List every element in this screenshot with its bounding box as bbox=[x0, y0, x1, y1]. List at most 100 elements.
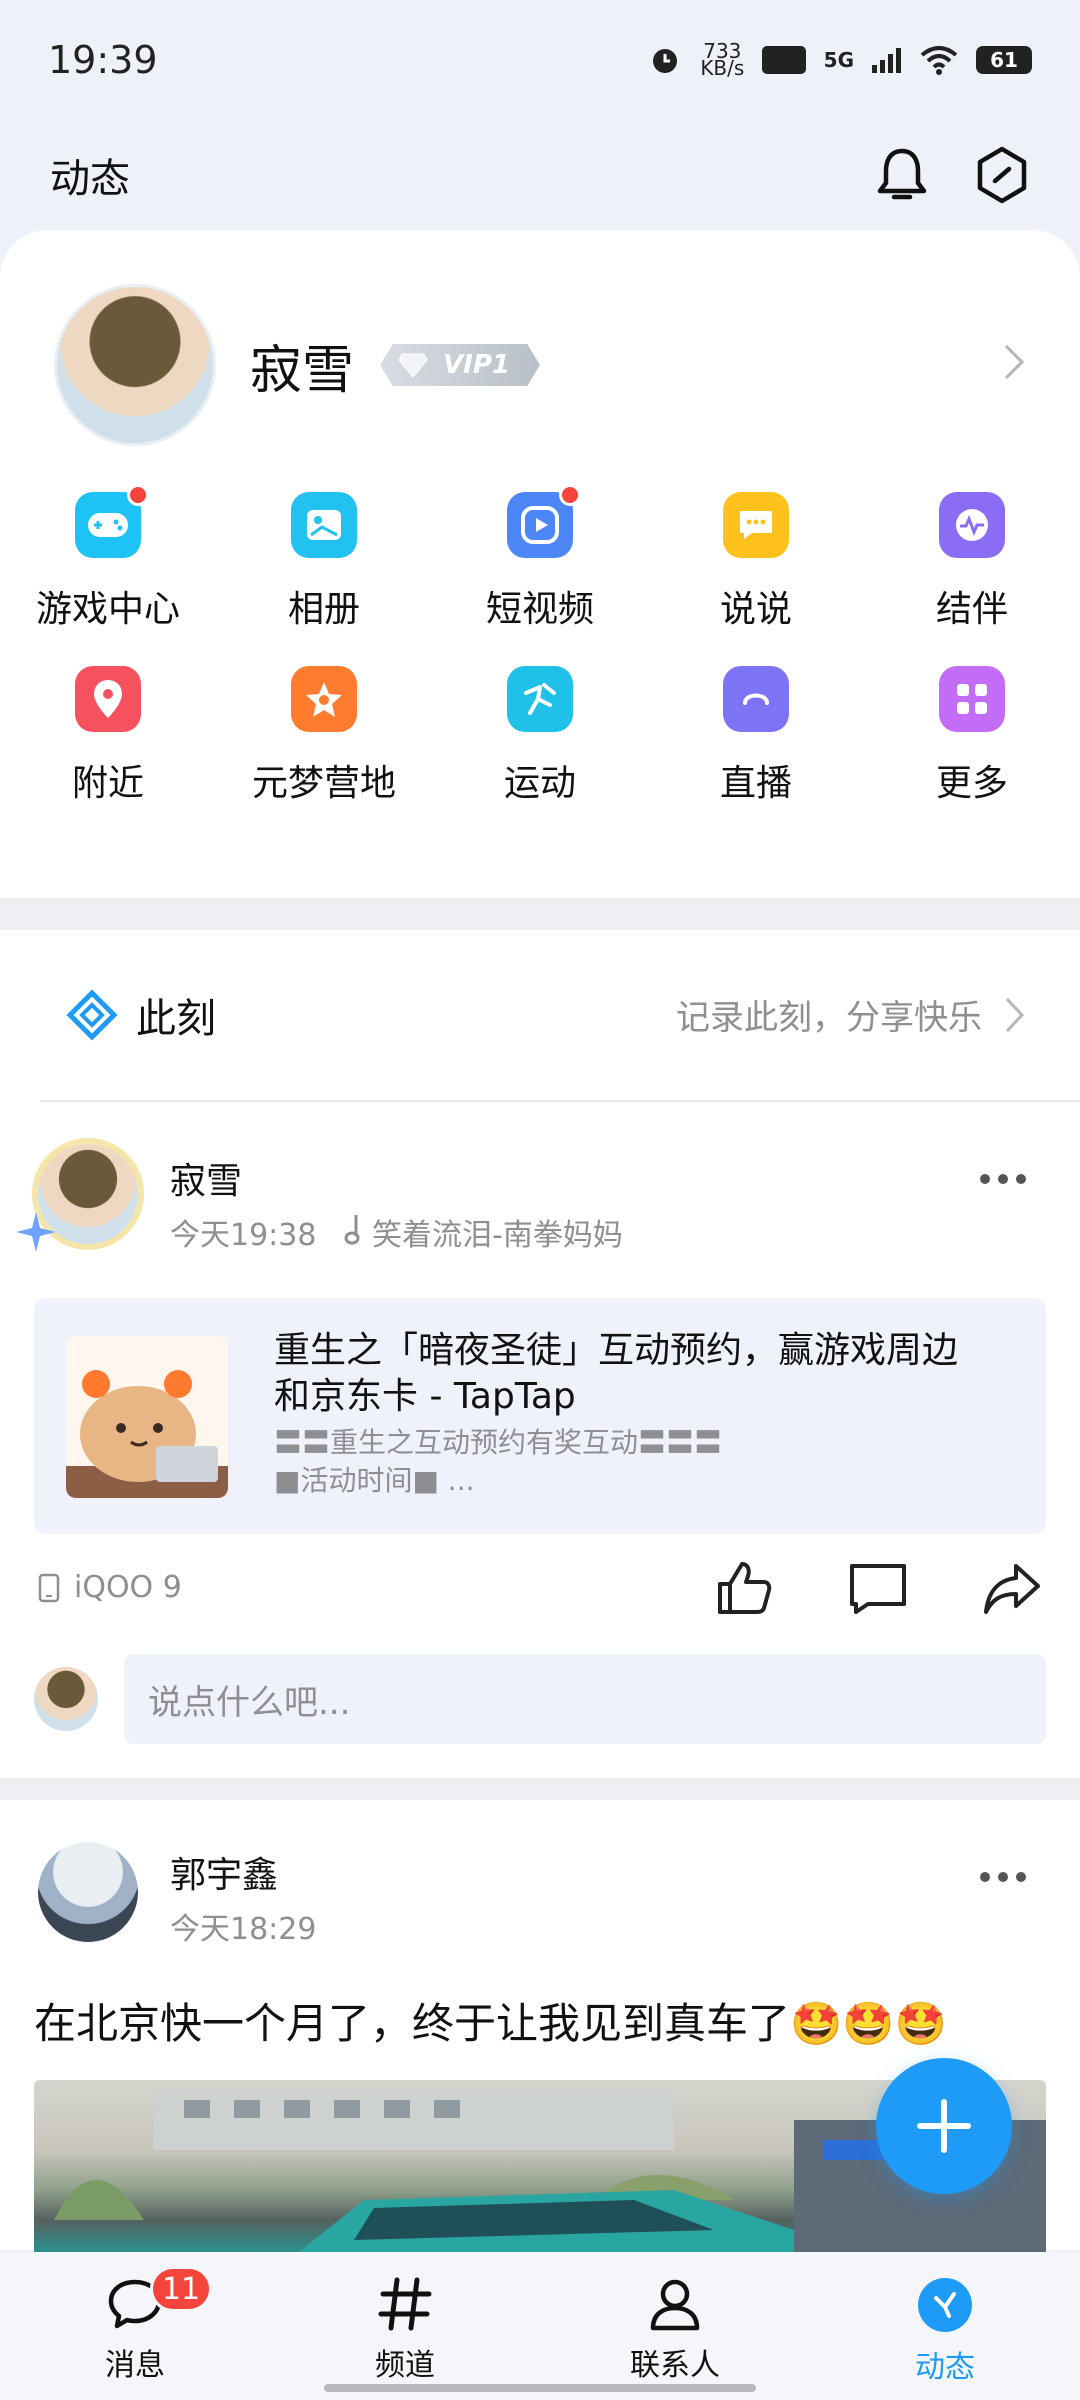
album-icon bbox=[307, 510, 341, 540]
post-more-button[interactable] bbox=[980, 1872, 1026, 1882]
feature-album[interactable]: 相册 bbox=[216, 492, 432, 632]
feature-short-video[interactable]: 短视频 bbox=[432, 484, 648, 632]
share-icon[interactable] bbox=[982, 1558, 1042, 1618]
section-divider bbox=[0, 898, 1080, 930]
profile-row[interactable]: 寂雪 VIP1 bbox=[54, 284, 541, 446]
bottom-nav: 11 消息 频道 联系人 动态 bbox=[0, 2252, 1080, 2400]
chevron-right-icon[interactable] bbox=[1002, 342, 1026, 382]
link-desc-line: 〓〓重生之互动预约有奖互动〓〓〓 bbox=[274, 1426, 723, 1459]
feature-icon-bg bbox=[507, 666, 573, 732]
profile-card: 寂雪 VIP1 游戏中心 相册 短视频 说说 结伴 附近 元梦营地 运动 直播 … bbox=[0, 230, 1080, 898]
feature-grid: 游戏中心 相册 短视频 说说 结伴 附近 元梦营地 运动 直播 更多 bbox=[0, 484, 1080, 806]
moment-title: 此刻 bbox=[136, 996, 216, 1042]
comment-input[interactable]: 说点什么吧... bbox=[124, 1654, 1046, 1744]
status-bar: 19:39 733 KB/s HD 5G 61 bbox=[0, 0, 1080, 120]
add-post-button[interactable] bbox=[876, 2058, 1012, 2194]
feature-label: 说说 bbox=[719, 589, 792, 630]
bell-icon[interactable] bbox=[874, 145, 930, 205]
notification-dot bbox=[559, 484, 581, 506]
chevron-right-icon bbox=[1005, 997, 1025, 1032]
feature-icon-bg bbox=[939, 492, 1005, 558]
feature-nearby[interactable]: 附近 bbox=[0, 666, 216, 806]
nav-label: 频道 bbox=[375, 2348, 435, 2383]
post-author-name[interactable]: 寂雪 bbox=[170, 1152, 242, 1204]
moment-share-link[interactable]: 记录此刻，分享快乐 bbox=[676, 990, 1026, 1039]
home-indicator[interactable] bbox=[324, 2384, 756, 2392]
feature-game-center[interactable]: 游戏中心 bbox=[0, 484, 216, 632]
feature-more[interactable]: 更多 bbox=[864, 666, 1080, 806]
nav-channels[interactable]: 频道 bbox=[270, 2252, 540, 2400]
hashtag-icon bbox=[378, 2277, 432, 2331]
section-divider bbox=[0, 1778, 1080, 1800]
avatar-frame-sparkle-icon bbox=[16, 1212, 56, 1252]
battery-indicator: 61 bbox=[976, 46, 1032, 74]
post-author-avatar[interactable] bbox=[38, 1842, 138, 1942]
feature-companion[interactable]: 结伴 bbox=[864, 492, 1080, 632]
nav-contacts[interactable]: 联系人 bbox=[540, 2252, 810, 2400]
hexagon-settings-icon[interactable] bbox=[974, 145, 1030, 205]
post-time: 今天19:38 bbox=[170, 1218, 317, 1253]
feature-label: 运动 bbox=[503, 763, 576, 804]
comment-icon[interactable] bbox=[848, 1558, 908, 1618]
run-icon bbox=[524, 683, 556, 715]
feature-label: 相册 bbox=[287, 589, 360, 630]
alarm-icon bbox=[653, 49, 678, 73]
link-share-card[interactable]: 重生之「暗夜圣徒」互动预约，赢游戏周边和京东卡 - TapTap 〓〓重生之互动… bbox=[34, 1298, 1046, 1534]
video-icon bbox=[521, 506, 559, 544]
post-more-button[interactable] bbox=[980, 1174, 1026, 1184]
location-icon bbox=[94, 680, 122, 718]
link-description: 〓〓重生之互动预约有奖互动〓〓〓 ■活动时间■ ... bbox=[274, 1424, 874, 1500]
post-music[interactable]: 笑着流泪-南拳妈妈 bbox=[372, 1210, 623, 1254]
diamond-icon bbox=[398, 353, 428, 378]
post-author-name[interactable]: 郭宇鑫 bbox=[170, 1846, 278, 1898]
wifi-icon bbox=[920, 46, 958, 75]
page-header: 动态 bbox=[0, 120, 1080, 230]
feature-icon-bg bbox=[939, 666, 1005, 732]
feature-icon-bg bbox=[75, 484, 149, 558]
comment-row: 说点什么吧... bbox=[34, 1654, 1046, 1744]
link-desc-line: ■活动时间■ ... bbox=[274, 1464, 475, 1497]
pulse-icon bbox=[956, 509, 988, 541]
hd-badge: HD bbox=[762, 46, 806, 74]
live-icon bbox=[743, 693, 769, 705]
nav-feed[interactable]: 动态 bbox=[810, 2252, 1080, 2400]
page-title: 动态 bbox=[50, 156, 130, 202]
feature-sports[interactable]: 运动 bbox=[432, 666, 648, 806]
feature-live[interactable]: 直播 bbox=[648, 666, 864, 806]
nav-label: 动态 bbox=[915, 2350, 975, 2385]
chat-icon bbox=[740, 511, 772, 539]
gamepad-icon bbox=[88, 513, 128, 537]
signal-icon bbox=[872, 48, 901, 73]
feature-label: 更多 bbox=[935, 763, 1008, 804]
avatar[interactable] bbox=[54, 284, 216, 446]
feature-shuoshuo[interactable]: 说说 bbox=[648, 492, 864, 632]
vip-badge[interactable]: VIP1 bbox=[380, 344, 541, 386]
like-icon[interactable] bbox=[714, 1558, 774, 1618]
status-time: 19:39 bbox=[48, 38, 158, 82]
feature-icon-bg bbox=[291, 666, 357, 732]
moment-title-group: 此刻 bbox=[66, 986, 216, 1044]
post-time: 今天18:29 bbox=[170, 1912, 317, 1947]
bear-mascot-icon bbox=[66, 1370, 228, 1498]
star-icon bbox=[306, 682, 342, 717]
feature-label: 游戏中心 bbox=[35, 589, 180, 630]
link-thumbnail bbox=[66, 1336, 228, 1498]
feature-label: 附近 bbox=[71, 763, 144, 804]
my-avatar bbox=[34, 1667, 98, 1731]
net-speed: 733 KB/s bbox=[700, 41, 745, 80]
nav-label: 消息 bbox=[105, 2348, 165, 2383]
network-type: 5G bbox=[823, 48, 854, 72]
feature-icon-bg bbox=[723, 666, 789, 732]
nav-label: 联系人 bbox=[630, 2348, 720, 2383]
moment-bar[interactable]: 此刻 记录此刻，分享快乐 bbox=[0, 930, 1080, 1102]
feature-label: 结伴 bbox=[935, 589, 1008, 630]
net-speed-unit: KB/s bbox=[700, 56, 745, 80]
feature-icon-bg bbox=[723, 492, 789, 558]
header-actions bbox=[874, 145, 1030, 205]
unread-badge: 11 bbox=[150, 2266, 212, 2312]
feature-yuanmeng-camp[interactable]: 元梦营地 bbox=[216, 666, 432, 806]
nav-messages[interactable]: 11 消息 bbox=[0, 2252, 270, 2400]
device-info: iQOO 9 bbox=[38, 1570, 182, 1605]
vip-label: VIP1 bbox=[443, 350, 511, 380]
notification-dot bbox=[127, 484, 149, 506]
